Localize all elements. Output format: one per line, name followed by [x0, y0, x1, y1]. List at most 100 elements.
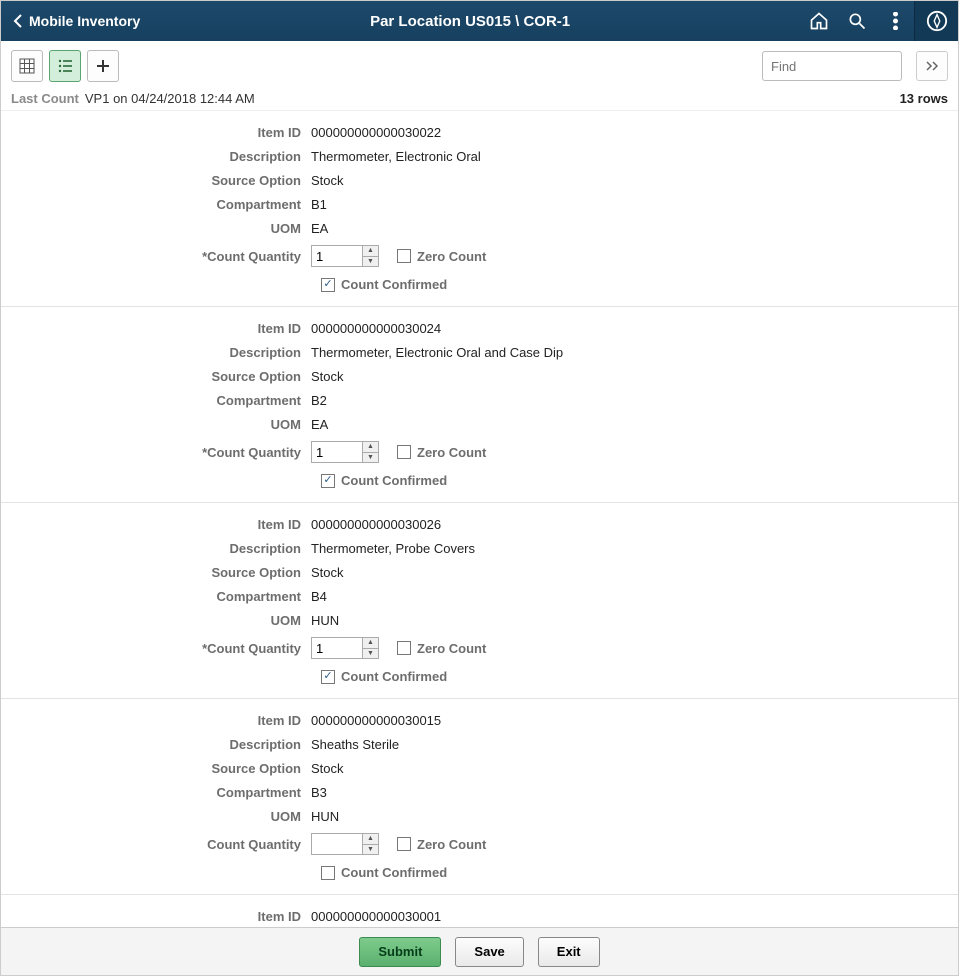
app-header: Mobile Inventory Par Location US015 \ CO… — [1, 1, 958, 41]
field-value-uom: EA — [311, 219, 328, 239]
home-icon[interactable] — [800, 1, 838, 41]
stepper-up-icon[interactable]: ▲ — [363, 442, 378, 453]
list-item: Item ID000000000000030026DescriptionTher… — [1, 503, 958, 699]
field-label-source_option: Source Option — [11, 759, 311, 779]
field-label-description: Description — [11, 539, 311, 559]
field-label-source_option: Source Option — [11, 367, 311, 387]
search-icon[interactable] — [838, 1, 876, 41]
footer: Submit Save Exit — [1, 927, 958, 975]
field-value-uom: HUN — [311, 807, 339, 827]
back-button[interactable]: Mobile Inventory — [11, 13, 140, 29]
field-label-uom: UOM — [11, 415, 311, 435]
count-confirmed-label: Count Confirmed — [341, 277, 447, 292]
field-value-uom: HUN — [311, 611, 339, 631]
field-value-item_id: 000000000000030026 — [311, 515, 441, 535]
field-label-item_id: Item ID — [11, 123, 311, 143]
field-label-compartment: Compartment — [11, 391, 311, 411]
field-label-compartment: Compartment — [11, 783, 311, 803]
field-value-compartment: B4 — [311, 587, 327, 607]
field-label-compartment: Compartment — [11, 195, 311, 215]
zero-count-checkbox[interactable] — [397, 249, 411, 263]
grid-view-button[interactable] — [11, 50, 43, 82]
toolbar — [1, 41, 958, 91]
count-confirmed-checkbox[interactable] — [321, 474, 335, 488]
stepper-up-icon[interactable]: ▲ — [363, 638, 378, 649]
count-quantity-label: *Count Quantity — [11, 445, 311, 460]
count-confirmed-checkbox[interactable] — [321, 278, 335, 292]
count-quantity-label: Count Quantity — [11, 837, 311, 852]
chevron-left-icon — [11, 15, 23, 27]
list-view-button[interactable] — [49, 50, 81, 82]
add-button[interactable] — [87, 50, 119, 82]
stepper-up-icon[interactable]: ▲ — [363, 834, 378, 845]
zero-count-checkbox[interactable] — [397, 641, 411, 655]
field-label-description: Description — [11, 735, 311, 755]
field-value-description: Sheaths Sterile — [311, 735, 399, 755]
exit-button[interactable]: Exit — [538, 937, 600, 967]
count-quantity-stepper[interactable]: ▲▼ — [311, 441, 379, 463]
field-value-source_option: Stock — [311, 563, 344, 583]
count-confirmed-checkbox[interactable] — [321, 866, 335, 880]
find-input[interactable] — [762, 51, 902, 81]
field-value-source_option: Stock — [311, 759, 344, 779]
compass-icon[interactable] — [914, 1, 958, 41]
row-count: 13 rows — [900, 91, 948, 106]
field-value-compartment: B3 — [311, 783, 327, 803]
count-quantity-label: *Count Quantity — [11, 249, 311, 264]
field-value-compartment: B1 — [311, 195, 327, 215]
back-label: Mobile Inventory — [29, 13, 140, 29]
submit-button[interactable]: Submit — [359, 937, 441, 967]
item-list[interactable]: Item ID000000000000030022DescriptionTher… — [1, 110, 958, 927]
field-value-item_id: 000000000000030022 — [311, 123, 441, 143]
field-value-compartment: B2 — [311, 391, 327, 411]
count-quantity-stepper[interactable]: ▲▼ — [311, 245, 379, 267]
count-confirmed-label: Count Confirmed — [341, 865, 447, 880]
more-icon[interactable] — [876, 1, 914, 41]
stepper-down-icon[interactable]: ▼ — [363, 845, 378, 855]
page-title: Par Location US015 \ COR-1 — [140, 13, 800, 30]
stepper-down-icon[interactable]: ▼ — [363, 649, 378, 659]
save-button[interactable]: Save — [455, 937, 523, 967]
field-label-uom: UOM — [11, 611, 311, 631]
count-quantity-stepper[interactable]: ▲▼ — [311, 637, 379, 659]
last-count-value: VP1 on 04/24/2018 12:44 AM — [85, 91, 255, 106]
last-count-label: Last Count — [11, 91, 79, 106]
count-quantity-stepper[interactable]: ▲▼ — [311, 833, 379, 855]
zero-count-checkbox[interactable] — [397, 445, 411, 459]
zero-count-label: Zero Count — [417, 249, 486, 264]
zero-count-label: Zero Count — [417, 445, 486, 460]
field-label-uom: UOM — [11, 807, 311, 827]
zero-count-label: Zero Count — [417, 641, 486, 656]
meta-row: Last Count VP1 on 04/24/2018 12:44 AM 13… — [1, 91, 958, 110]
count-confirmed-label: Count Confirmed — [341, 473, 447, 488]
stepper-up-icon[interactable]: ▲ — [363, 246, 378, 257]
list-item: Item ID000000000000030001DescriptionGlov… — [1, 895, 958, 927]
expand-button[interactable] — [916, 51, 948, 81]
field-label-compartment: Compartment — [11, 587, 311, 607]
field-label-item_id: Item ID — [11, 907, 311, 927]
count-quantity-input[interactable] — [312, 834, 362, 854]
field-label-description: Description — [11, 343, 311, 363]
count-quantity-label: *Count Quantity — [11, 641, 311, 656]
field-value-description: Thermometer, Probe Covers — [311, 539, 475, 559]
zero-count-label: Zero Count — [417, 837, 486, 852]
list-item: Item ID000000000000030022DescriptionTher… — [1, 111, 958, 307]
list-item: Item ID000000000000030024DescriptionTher… — [1, 307, 958, 503]
list-item: Item ID000000000000030015DescriptionShea… — [1, 699, 958, 895]
zero-count-checkbox[interactable] — [397, 837, 411, 851]
field-value-item_id: 000000000000030024 — [311, 319, 441, 339]
field-label-item_id: Item ID — [11, 319, 311, 339]
count-confirmed-label: Count Confirmed — [341, 669, 447, 684]
field-label-uom: UOM — [11, 219, 311, 239]
count-quantity-input[interactable] — [312, 246, 362, 266]
header-actions — [800, 1, 958, 41]
stepper-down-icon[interactable]: ▼ — [363, 257, 378, 267]
field-value-description: Thermometer, Electronic Oral — [311, 147, 481, 167]
field-value-item_id: 000000000000030001 — [311, 907, 441, 927]
field-value-source_option: Stock — [311, 367, 344, 387]
count-quantity-input[interactable] — [312, 638, 362, 658]
field-label-item_id: Item ID — [11, 515, 311, 535]
count-confirmed-checkbox[interactable] — [321, 670, 335, 684]
count-quantity-input[interactable] — [312, 442, 362, 462]
stepper-down-icon[interactable]: ▼ — [363, 453, 378, 463]
